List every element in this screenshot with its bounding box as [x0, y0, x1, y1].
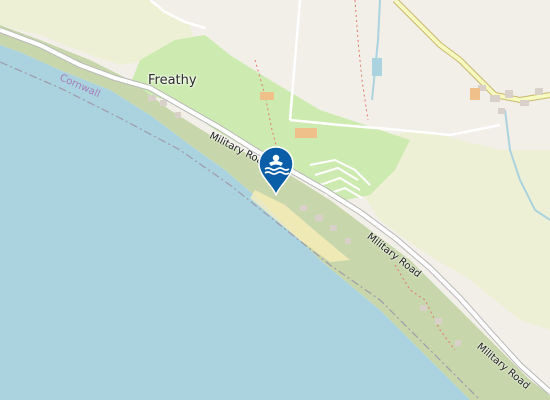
place-label: Freathy	[148, 73, 197, 88]
swimming-icon	[258, 146, 294, 198]
map-view[interactable]: Freathy Military Road Military Road Mili…	[0, 0, 550, 400]
poi-area	[470, 88, 480, 100]
pond	[372, 58, 382, 76]
beach-marker[interactable]	[257, 146, 295, 198]
poi-area	[295, 128, 317, 138]
map-canvas[interactable]	[0, 0, 550, 400]
poi-area	[260, 92, 274, 100]
